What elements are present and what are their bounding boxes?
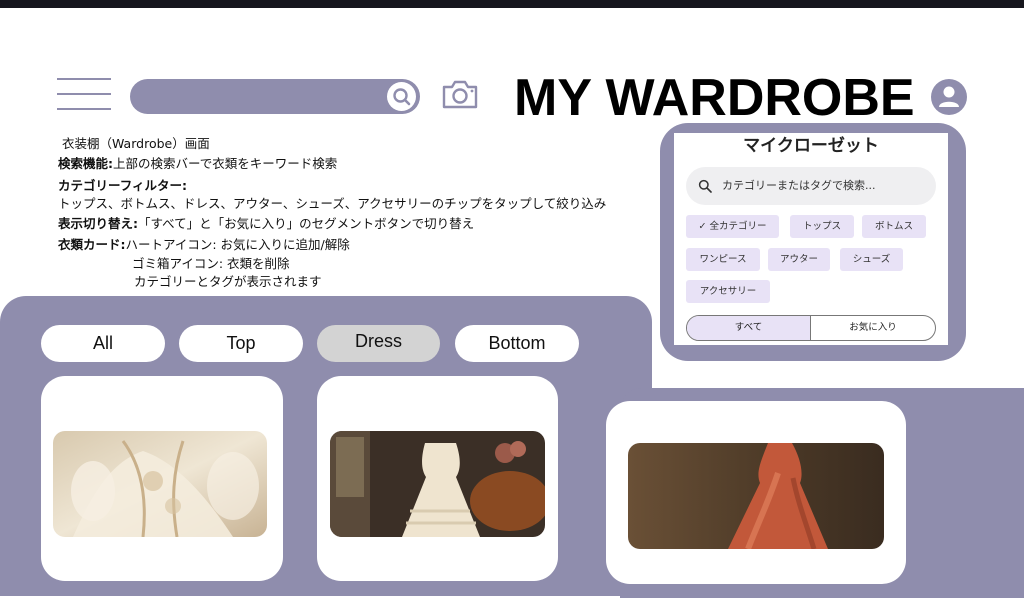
chip-shoes[interactable]: シューズ (840, 248, 903, 271)
chip-tops[interactable]: トップス (790, 215, 854, 238)
search-icon (698, 179, 712, 193)
clothing-photo-lace-dress (53, 431, 267, 537)
app-title: MY WARDROBE (514, 69, 915, 127)
search-button[interactable] (387, 82, 416, 111)
chip-all-categories[interactable]: ✓ 全カテゴリー (686, 215, 779, 238)
tab-bottom[interactable]: Bottom (455, 325, 579, 362)
search-icon (393, 88, 411, 106)
clothing-card[interactable] (41, 376, 283, 581)
top-bar (0, 0, 1024, 8)
description-toggle: 表示切り替え:「すべて」と「お気に入り」のセグメントボタンで切り替え (58, 216, 475, 231)
clothing-photo-white-gown (330, 431, 545, 537)
tab-top[interactable]: Top (179, 325, 303, 362)
description-category-label: カテゴリーフィルター: (58, 178, 187, 193)
segment-favorites[interactable]: お気に入り (811, 316, 935, 340)
phone-screen: マイクローゼット カテゴリーまたはタグで検索... ✓ 全カテゴリー トップス … (674, 133, 948, 345)
chip-outer[interactable]: アウター (768, 248, 830, 271)
chip-bottoms[interactable]: ボトムス (862, 215, 926, 238)
description-search: 検索機能:上部の検索バーで衣類をキーワード検索 (58, 156, 338, 171)
segment-all[interactable]: すべて (687, 316, 811, 340)
description-card: 衣類カード:ハートアイコン: お気に入りに追加/解除 (58, 237, 350, 252)
description-category-text: トップス、ボトムス、ドレス、アウター、シューズ、アクセサリーのチップをタップして… (58, 196, 607, 211)
clothing-card[interactable] (606, 401, 906, 584)
description-card-tags: カテゴリーとタグが表示されます (134, 274, 322, 289)
chip-onepiece[interactable]: ワンピース (686, 248, 760, 271)
description-title: 衣装棚（Wardrobe）画面 (62, 136, 210, 151)
chip-accessories[interactable]: アクセサリー (686, 280, 770, 303)
search-input[interactable] (130, 79, 420, 114)
description-card-trash: ゴミ箱アイコン: 衣類を削除 (132, 256, 290, 271)
phone-title: マイクローゼット (743, 136, 879, 156)
tab-dress[interactable]: Dress (317, 325, 440, 362)
user-avatar-icon[interactable] (930, 78, 968, 116)
clothing-card[interactable] (317, 376, 558, 581)
phone-search-placeholder: カテゴリーまたはタグで検索... (722, 179, 876, 192)
menu-icon[interactable] (57, 78, 111, 110)
camera-icon[interactable] (440, 78, 480, 110)
phone-search-input[interactable]: カテゴリーまたはタグで検索... (686, 167, 936, 205)
phone-mockup: マイクローゼット カテゴリーまたはタグで検索... ✓ 全カテゴリー トップス … (660, 123, 966, 361)
tab-all[interactable]: All (41, 325, 165, 362)
clothing-photo-satin-dress (628, 443, 884, 549)
view-segment-control: すべて お気に入り (686, 315, 936, 341)
